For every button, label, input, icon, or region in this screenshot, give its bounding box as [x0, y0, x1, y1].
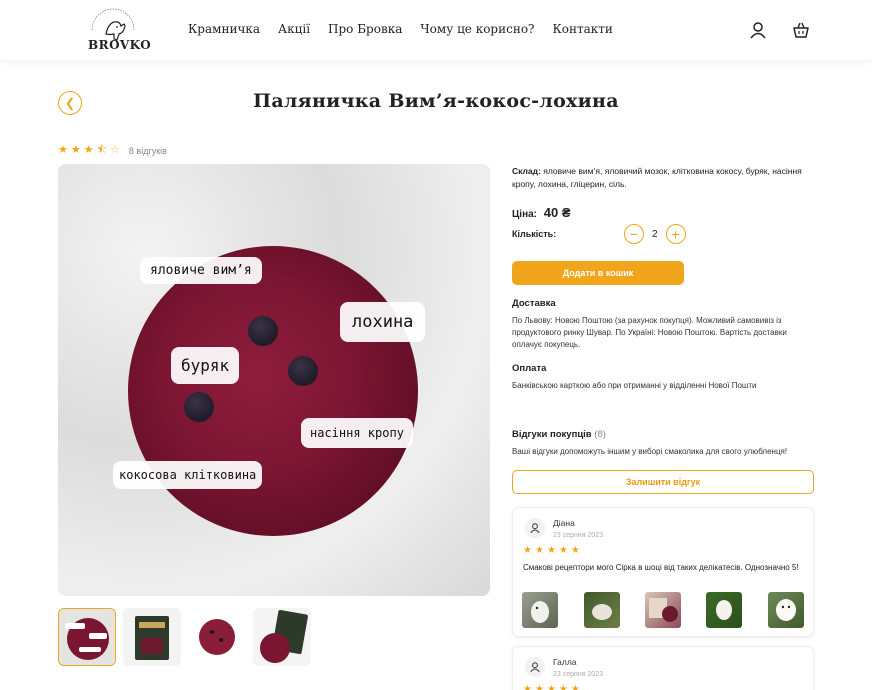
star-icon: ★: [570, 684, 580, 690]
review-stars: ★ ★ ★ ★ ★: [523, 545, 580, 556]
composition-block: Склад: яловиче вим’я, яловичий мозок, кл…: [512, 165, 814, 191]
image-tag-coconut-fiber: кокосова клітковина: [113, 461, 263, 489]
blueberry: [288, 356, 318, 386]
user-avatar-icon: [525, 657, 545, 677]
quantity-stepper: − 2 +: [624, 224, 686, 244]
blueberry: [248, 316, 278, 346]
star-icon: ★: [58, 144, 68, 156]
increase-quantity-button[interactable]: +: [665, 224, 686, 244]
reviewer-name: Діана: [553, 518, 575, 528]
leave-review-button[interactable]: Залишити відгук: [512, 470, 814, 494]
composition-text: яловиче вим’я, яловичий мозок, клітковин…: [512, 166, 802, 189]
image-tag-dill-seeds: насіння кропу: [301, 418, 413, 448]
logo-wordmark: BROVKO: [88, 38, 152, 52]
reviews-subtitle: Ваші відгуки допоможуть іншим у виборі с…: [512, 447, 788, 456]
review-photo[interactable]: [706, 592, 742, 628]
star-icon: ★: [546, 684, 556, 690]
thumbnail-3[interactable]: [188, 608, 246, 666]
price-label: Ціна:: [512, 209, 538, 220]
review-stars: ★ ★ ★ ★ ★: [523, 684, 580, 690]
review-card: Діана 23 серпня 2023 ★ ★ ★ ★ ★ Смакові рецеп…: [512, 507, 814, 637]
star-icon: ★: [83, 144, 94, 156]
decrease-quantity-button[interactable]: −: [624, 224, 644, 244]
reviews-title-text: Відгуки покупців: [512, 429, 592, 440]
blueberry: [184, 392, 214, 422]
star-icon: ★: [523, 545, 532, 556]
image-tag-blueberry: лохина: [340, 302, 426, 342]
reviews-title: Відгуки покупців (8): [512, 429, 606, 440]
reviews-count: (8): [594, 429, 606, 440]
nav-item-contacts[interactable]: Контакти: [552, 22, 612, 36]
star-icon: ★: [70, 144, 81, 156]
reviewer-name: Галла: [553, 657, 577, 667]
add-to-cart-button[interactable]: Додати в кошик: [512, 261, 684, 285]
price-value: 40 ₴: [543, 205, 571, 220]
site-header: BROVKO Крамничка Акції Про Бровка Чому ц…: [0, 0, 872, 60]
review-photo[interactable]: [768, 592, 804, 628]
image-tag-udder: яловиче вим’я: [140, 257, 262, 284]
price-row: Ціна: 40 ₴: [512, 205, 571, 220]
review-text: Смакові рецептори мого Сірка в шоці від …: [523, 563, 799, 572]
thumbnail-4[interactable]: [253, 608, 311, 666]
star-icon: ★: [570, 545, 580, 556]
main-nav: Крамничка Акції Про Бровка Чому це корис…: [188, 22, 613, 36]
product-rating: ★ ★ ★ ⯪ ☆ 8 відгуків: [58, 145, 167, 156]
review-date: 23 серпня 2023: [553, 671, 603, 678]
nav-item-shop[interactable]: Крамничка: [188, 22, 260, 36]
image-tag-beet: буряк: [171, 347, 240, 384]
nav-item-sales[interactable]: Акції: [278, 22, 310, 36]
plus-icon: +: [671, 226, 680, 242]
star-icon: ★: [546, 545, 556, 556]
page-title: Паляничка Вим’я-кокос-лохина: [253, 90, 619, 112]
product-treat-image: [128, 246, 418, 536]
cart-icon[interactable]: [791, 20, 811, 40]
review-photo[interactable]: [645, 592, 681, 628]
reviews-count-link[interactable]: 8 відгуків: [129, 146, 167, 156]
review-photo[interactable]: [522, 592, 558, 628]
nav-item-why-useful[interactable]: Чому це корисно?: [420, 22, 534, 36]
review-date: 23 серпня 2023: [553, 532, 603, 539]
quantity-value: 2: [652, 228, 658, 240]
delivery-title: Доставка: [512, 298, 556, 309]
star-icon: ★: [523, 684, 532, 690]
payment-title: Оплата: [512, 363, 547, 374]
review-photo[interactable]: [584, 592, 620, 628]
user-icon[interactable]: [748, 20, 768, 40]
minus-icon: −: [629, 226, 639, 242]
payment-text: Банківською карткою або при отриманні у …: [512, 381, 757, 390]
star-icon: ★: [534, 684, 544, 690]
user-avatar-icon: [525, 518, 545, 538]
review-card: Галла 23 серпня 2023 ★ ★ ★ ★ ★: [512, 646, 814, 690]
thumbnail-2[interactable]: [123, 608, 181, 666]
composition-label: Склад:: [512, 166, 541, 176]
star-icon: ★: [534, 545, 544, 556]
nav-item-about[interactable]: Про Бровка: [328, 22, 402, 36]
product-main-image[interactable]: яловиче вим’я лохина буряк насіння кропу…: [58, 164, 490, 596]
half-star-icon: ⯪: [96, 144, 108, 156]
star-icon: ★: [558, 684, 568, 690]
empty-star-icon: ☆: [110, 144, 120, 156]
quantity-label: Кількість:: [512, 229, 557, 239]
star-icon: ★: [558, 545, 568, 556]
delivery-text: По Львову: Новою Поштою (за рахунок поку…: [512, 316, 787, 349]
thumbnail-1[interactable]: [58, 608, 116, 666]
